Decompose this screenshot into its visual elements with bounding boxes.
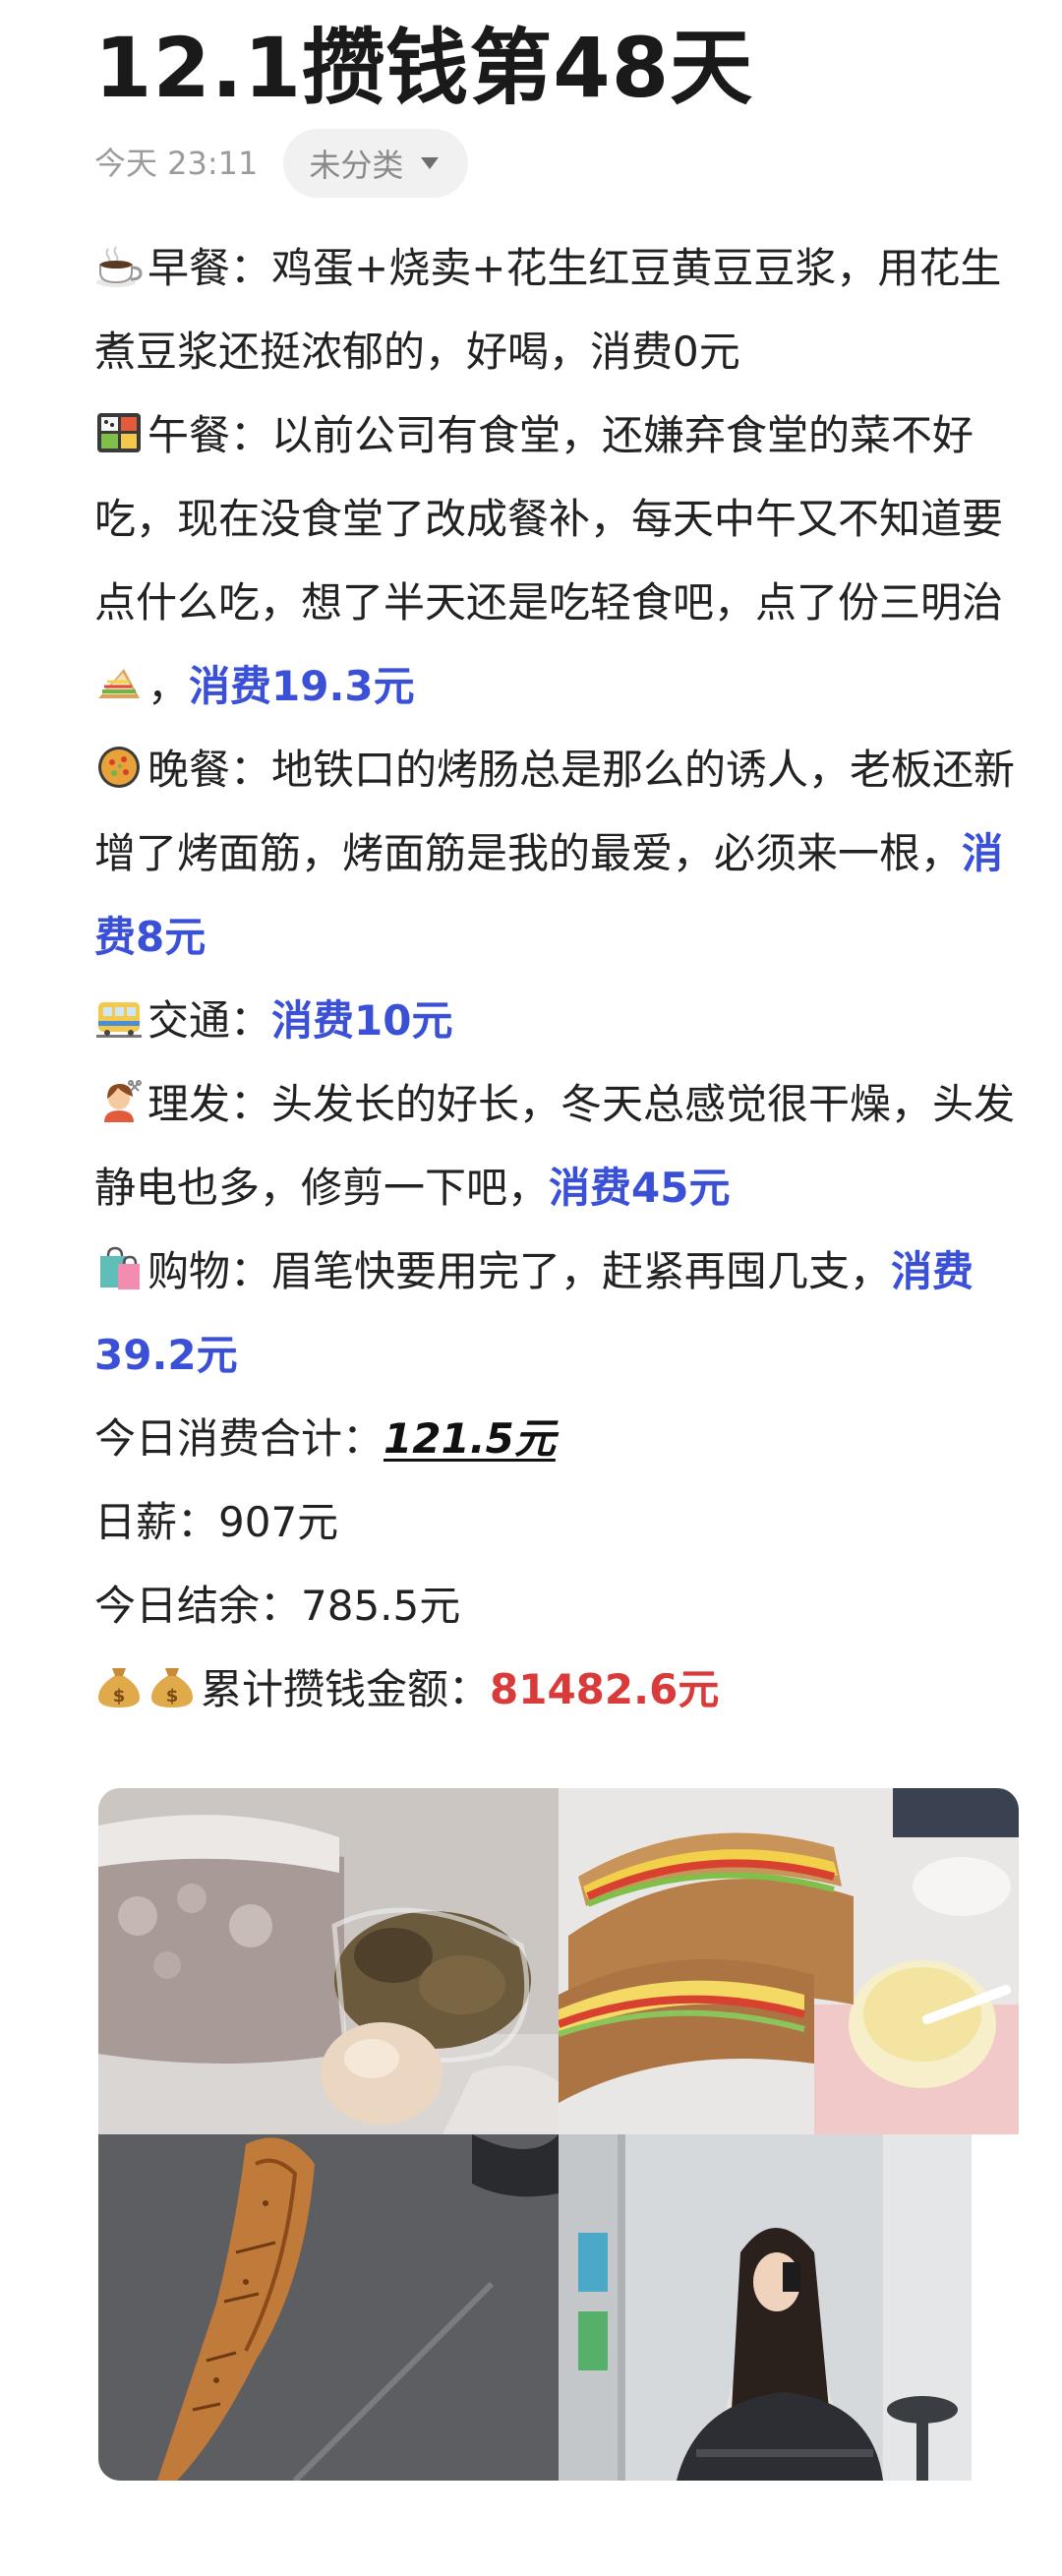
daily-balance-value: 785.5元 [301, 1582, 461, 1630]
category-dropdown[interactable]: 未分类 [283, 129, 469, 198]
paella-pan-icon [98, 747, 140, 788]
sandwich-photo[interactable] [559, 1788, 1019, 2134]
chevron-down-icon [421, 157, 440, 169]
entry-haircut: 理发：头发长的好长，冬天总感觉很干燥，头发静电也多，修剪一下吧，消费45元 [94, 1062, 1019, 1229]
svg-text:$: $ [113, 1686, 126, 1707]
entry-dinner: 晚餐：地铁口的烤肠总是那么的诱人，老板还新增了烤面筋，烤面筋是我的最爱，必须来一… [94, 728, 1019, 979]
breakfast-photo[interactable] [98, 1788, 559, 2134]
haircut-icon [104, 1080, 142, 1122]
transport-cost: 消费10元 [271, 996, 453, 1045]
note-page: 12.1攒钱第48天 今天 23:11 未分类 早餐：鸡蛋+烧卖+花生红豆黄豆豆… [0, 0, 1062, 2576]
post-timestamp: 今天 23:11 [94, 145, 259, 182]
summary-savings: $ $ 累计攒钱金额：81482.6元 [94, 1647, 1019, 1731]
haircut-cost: 消费45元 [549, 1164, 731, 1212]
total-savings-value: 81482.6元 [490, 1665, 720, 1713]
summary-salary: 日薪：907元 [94, 1498, 339, 1546]
svg-text:$: $ [166, 1686, 179, 1707]
category-label: 未分类 [309, 147, 404, 184]
summary-balance: 今日结余：785.5元 [94, 1582, 461, 1630]
post-meta: 今天 23:11 未分类 [94, 128, 469, 199]
entry-shopping: 购物：眉笔快要用完了，赶紧再囤几支，消费39.2元 [94, 1229, 1019, 1397]
money-bag-icon: $ [98, 1668, 140, 1707]
total-spend-value: 121.5元 [384, 1414, 556, 1463]
bento-box-icon [97, 413, 141, 452]
tram-icon [96, 1002, 142, 1038]
haircut-selfie-photo[interactable] [559, 2134, 972, 2481]
page-title: 12.1攒钱第48天 [94, 20, 754, 116]
note-body: 早餐：鸡蛋+烧卖+花生红豆黄豆豆浆，用花生煮豆浆还挺浓郁的，好喝，消费0元 午餐… [94, 226, 1019, 1731]
summary-total: 今日消费合计：121.5元 [94, 1414, 556, 1463]
photo-grid [98, 1788, 1019, 2481]
entry-breakfast: 早餐：鸡蛋+烧卖+花生红豆黄豆豆浆，用花生煮豆浆还挺浓郁的，好喝，消费0元 [94, 226, 1019, 393]
money-bag-icon: $ [151, 1668, 193, 1707]
shopping-bags-icon [100, 1246, 140, 1289]
gluten-skewer-photo[interactable] [98, 2134, 559, 2481]
entry-transport: 交通：消费10元 [94, 979, 1019, 1062]
daily-salary-value: 907元 [218, 1498, 339, 1546]
entry-lunch: 午餐：以前公司有食堂，还嫌弃食堂的菜不好吃，现在没食堂了改成餐补，每天中午又不知… [94, 393, 1019, 728]
lunch-cost: 消费19.3元 [189, 662, 415, 710]
sandwich-icon [98, 669, 140, 698]
coffee-cup-icon [96, 246, 143, 287]
